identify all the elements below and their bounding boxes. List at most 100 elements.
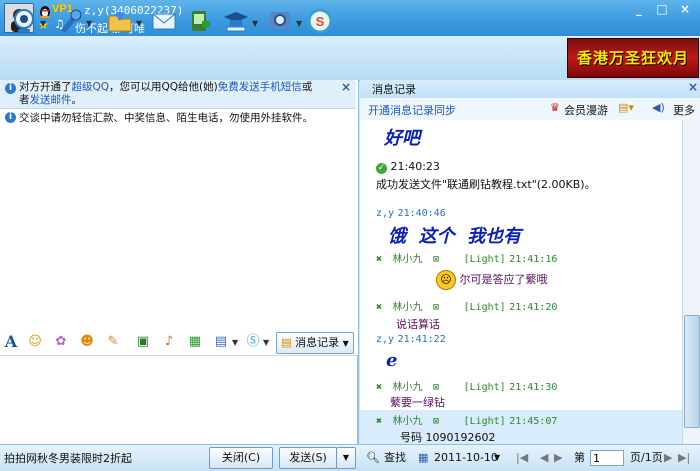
sender-tag: [Light] — [463, 302, 506, 313]
calendar-icon[interactable]: ▦ — [418, 448, 428, 468]
ad-text-link[interactable]: 拍拍网秋冬男装限时2折起 — [4, 450, 132, 466]
speaker-icon[interactable]: ◀) — [652, 101, 665, 114]
emoji-icon[interactable]: ☺ — [26, 333, 44, 351]
history-subbar: 开通消息记录同步 ♛ 会员漫游 ▤▾ ◀) 更多 — [360, 98, 700, 121]
screen-icon[interactable]: ▤ — [212, 333, 230, 351]
message-record-button[interactable]: ▤ 消息记录 ▼ — [276, 332, 354, 354]
sender-name: 林小九 — [392, 416, 423, 427]
mail-icon: ⊠ — [433, 302, 440, 313]
mail-icon: ⊠ — [433, 416, 440, 427]
message-header: ✖ 林小九 ⊠ [Light] 21:45:07 — [376, 412, 557, 427]
chevron-down-icon[interactable]: ▼ — [263, 339, 271, 347]
sync-link[interactable]: 开通消息记录同步 — [368, 102, 456, 118]
font-icon[interactable]: A — [2, 333, 20, 351]
sogou-input-icon[interactable]: Ⓢ — [244, 333, 262, 351]
green-x-icon: ✖ — [376, 302, 383, 313]
chevron-down-icon: ▼ — [342, 339, 349, 348]
chevron-down-icon[interactable]: ▼ — [296, 20, 304, 28]
list-item: 蘩要一绿钻 — [390, 394, 682, 410]
last-page-icon[interactable]: ▶| — [678, 448, 690, 468]
video-icon[interactable] — [10, 7, 40, 37]
image-icon[interactable]: ▦ — [186, 333, 204, 351]
message-header: ✖ 林小九 ⊠ [Light] 21:41:20 — [376, 298, 682, 313]
notice-line2-prefix: 者 — [19, 94, 30, 106]
close-button[interactable]: 关闭(C) — [209, 447, 273, 469]
message-text: 号码 1090192602 — [400, 431, 496, 444]
send-options-button[interactable]: ▼ — [336, 447, 356, 469]
free-sms-link[interactable]: 免费发送手机短信 — [218, 81, 302, 93]
sender-name: z,y — [376, 208, 395, 219]
history-title: 消息记录 — [372, 83, 416, 96]
notice-text: 对方开通了超级QQ，您可以用QQ给他(她)免费发送手机短信或 者发送邮件。 — [19, 81, 334, 107]
message-time: 21:41:20 — [509, 302, 558, 313]
mail-icon: ⊠ — [433, 254, 440, 265]
folder-icon[interactable] — [106, 7, 136, 37]
list-item: 好吧 — [384, 124, 682, 150]
chevron-down-icon[interactable]: ▼ — [494, 448, 500, 468]
music-share-icon[interactable]: ♪ — [160, 333, 178, 351]
date-display[interactable]: 2011-10-10 — [434, 448, 498, 468]
chevron-down-icon[interactable]: ▼ — [252, 20, 260, 28]
message-text: 饿 这个 我也有 — [388, 226, 522, 247]
message-header: z,y 21:40:46 — [376, 206, 682, 219]
member-roaming-link[interactable]: 会员漫游 — [564, 102, 608, 118]
scrollbar-thumb[interactable] — [684, 315, 700, 428]
list-item: ✓ 21:40:23 — [376, 160, 682, 174]
history-list: 好吧 ✓ 21:40:23 成功发送文件"联通刷钻教程.txt"(2.00KB)… — [360, 120, 682, 444]
green-x-icon: ✖ — [376, 416, 383, 427]
page-suffix: 页/1页 — [630, 451, 663, 464]
gift-icon[interactable]: ✎ — [104, 333, 122, 351]
screenshot-icon[interactable]: ▣ — [134, 333, 152, 351]
record-icon: ▤ — [281, 336, 292, 349]
settings-icon[interactable] — [266, 7, 296, 37]
shake-icon[interactable]: ☻ — [78, 333, 96, 351]
record-view-icon[interactable]: ▤▾ — [618, 101, 634, 114]
close-window-button[interactable]: × — [674, 2, 696, 18]
message-text: 成功发送文件"联通刷钻教程.txt"(2.00KB)。 — [376, 178, 596, 191]
info-icon: i — [5, 112, 16, 123]
chevron-down-icon[interactable]: ▼ — [86, 20, 94, 28]
maximize-button[interactable]: □ — [651, 2, 673, 18]
emoji-face-icon: ☹ — [436, 270, 456, 290]
message-header: z,y 21:41:22 — [376, 332, 682, 345]
chevron-down-icon[interactable]: ▼ — [136, 20, 144, 28]
close-notice-icon[interactable]: × — [341, 81, 351, 94]
sogou-icon[interactable]: S — [306, 7, 336, 37]
search-button[interactable]: 查找 — [384, 448, 406, 468]
sender-name: 林小九 — [392, 254, 423, 265]
search-icon[interactable]: 🔍︎ — [366, 448, 380, 468]
sms-icon[interactable] — [186, 7, 216, 37]
message-time: 21:41:22 — [397, 334, 446, 345]
email-icon[interactable] — [150, 7, 180, 37]
notice-line1-mid: ，您可以用QQ给他(她) — [109, 81, 218, 93]
close-history-icon[interactable]: × — [688, 80, 698, 94]
selected-message-row[interactable]: ✖ 林小九 ⊠ [Light] 21:45:07 号码 1090192602 — [360, 410, 682, 444]
send-button[interactable]: 发送(S) — [279, 447, 337, 469]
first-page-icon[interactable]: |◀ — [516, 448, 528, 468]
voice-icon[interactable] — [56, 7, 86, 37]
notice-line1-prefix: 对方开通了 — [19, 81, 72, 93]
next-page-icon[interactable]: ▶ — [664, 448, 672, 468]
more-link[interactable]: 更多 — [673, 102, 695, 118]
message-time: 21:40:46 — [397, 208, 446, 219]
super-qq-link[interactable]: 超级QQ — [72, 81, 110, 93]
message-input[interactable] — [0, 355, 358, 445]
minimize-button[interactable]: _ — [628, 2, 650, 18]
sender-name: z,y — [376, 334, 395, 345]
ad-banner[interactable]: 香港万圣狂欢月 — [567, 38, 699, 78]
page-number-input[interactable] — [590, 450, 624, 466]
message-record-label: 消息记录 — [295, 336, 340, 349]
list-item: ☹ 尔可是答应了蘩哦 — [436, 270, 682, 290]
next-page-icon[interactable]: ▶ — [554, 448, 562, 468]
sender-name: 林小九 — [392, 302, 423, 313]
message-text: 好吧 — [384, 128, 420, 149]
qq-penguin-icon — [40, 6, 50, 18]
graduate-icon[interactable] — [222, 7, 252, 37]
magic-emoji-icon[interactable]: ✿ — [52, 333, 70, 351]
chevron-down-icon[interactable]: ▼ — [232, 339, 240, 347]
send-email-link[interactable]: 发送邮件 — [30, 94, 72, 106]
chevron-down-icon[interactable]: ▼ — [40, 20, 48, 28]
prev-page-icon[interactable]: ◀ — [540, 448, 548, 468]
sender-name: 林小九 — [392, 382, 423, 393]
member-icon: ♛ — [550, 101, 560, 114]
